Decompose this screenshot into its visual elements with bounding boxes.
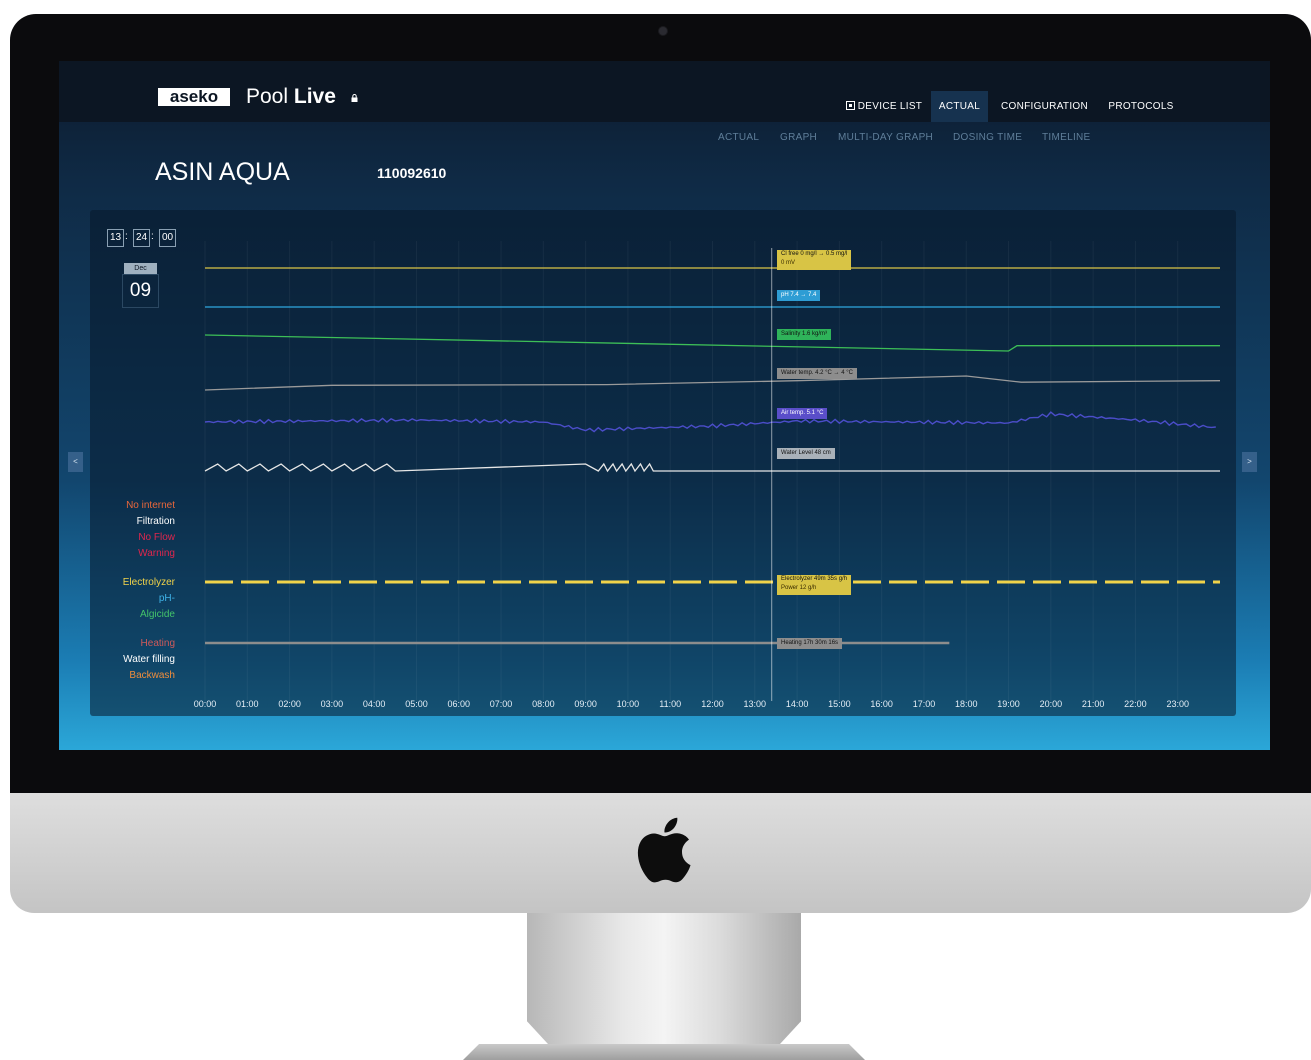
tooltip-heating: Heating 17h 30m 16s xyxy=(777,638,843,649)
x-axis-tick-label: 21:00 xyxy=(1081,699,1105,709)
x-axis-tick-label: 11:00 xyxy=(659,699,682,709)
x-axis-tick-label: 18:00 xyxy=(954,699,978,709)
x-axis-tick-label: 20:00 xyxy=(1039,699,1063,709)
tooltip-electrolyzer: Electrolyzer 49m 35s g/h Power 12 g/h xyxy=(777,575,852,595)
tooltip-water-temp: Water temp. 4.2 °C → 4 °C xyxy=(777,368,857,379)
x-axis-tick-label: 01:00 xyxy=(236,699,259,709)
x-axis-tick-label: 13:00 xyxy=(743,699,767,709)
x-axis-tick-label: 00:00 xyxy=(193,699,217,709)
chart-area[interactable] xyxy=(59,61,1270,750)
x-axis-tick-label: 06:00 xyxy=(447,699,471,709)
apple-logo-icon xyxy=(637,817,691,883)
x-axis-tick-label: 17:00 xyxy=(912,699,936,709)
x-axis-tick-label: 02:00 xyxy=(278,699,301,709)
tooltip-salinity: Salinity 1.6 kg/m³ xyxy=(777,329,832,340)
monitor-stand-foot xyxy=(463,1044,865,1060)
x-axis-tick-label: 22:00 xyxy=(1124,699,1147,709)
x-axis-tick-label: 07:00 xyxy=(489,699,513,709)
tooltip-electrolyzer-line2: Power 12 g/h xyxy=(781,585,817,591)
tooltip-ph: pH 7.4 → 7.4 xyxy=(777,290,821,301)
x-axis-tick-label: 12:00 xyxy=(701,699,724,709)
tooltip-cl: Cl free 0 mg/l → 0.5 mg/l 0 mV xyxy=(777,250,852,270)
tooltip-cl-line2: 0 mV xyxy=(781,260,796,266)
series-line-air-temp xyxy=(204,411,1216,433)
x-axis-tick-label: 08:00 xyxy=(532,699,555,709)
x-axis-tick-label: 03:00 xyxy=(320,699,344,709)
x-axis-tick-label: 04:00 xyxy=(362,699,386,709)
x-axis-tick-label: 15:00 xyxy=(828,699,851,709)
tooltip-cl-line1: Cl free 0 mg/l → 0.5 mg/l xyxy=(781,251,848,257)
x-axis-tick-label: 23:00 xyxy=(1166,699,1189,709)
x-axis-tick-label: 19:00 xyxy=(997,699,1020,709)
monitor-stand xyxy=(527,913,801,1045)
tooltip-air-temp: Air temp. 5.1 °C xyxy=(777,408,828,419)
x-axis-tick-label: 14:00 xyxy=(785,699,809,709)
tooltip-water-level: Water Level 48 cm xyxy=(777,448,835,459)
camera-icon xyxy=(659,27,667,35)
screen: aseko Pool Live DEVICE LIST ACTUAL CONFI… xyxy=(59,61,1270,750)
x-axis-tick-label: 09:00 xyxy=(574,699,597,709)
tooltip-electrolyzer-line1: Electrolyzer 49m 35s g/h xyxy=(781,576,848,582)
x-axis-tick-label: 16:00 xyxy=(870,699,893,709)
x-axis-tick-label: 05:00 xyxy=(405,699,428,709)
x-axis-tick-label: 10:00 xyxy=(616,699,640,709)
